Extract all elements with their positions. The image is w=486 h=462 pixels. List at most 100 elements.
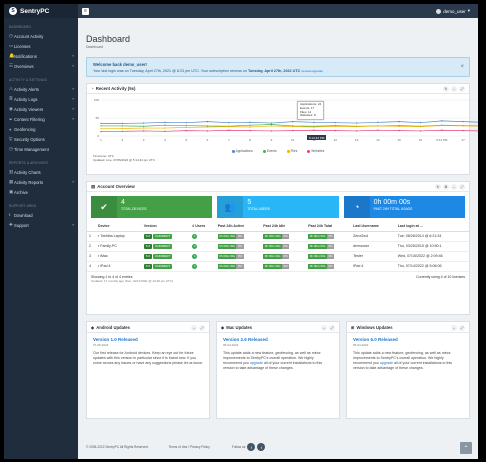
upgrade-link[interactable]: upgrade — [380, 361, 393, 365]
update-version[interactable]: Version 6.0 Released — [353, 337, 463, 342]
device-name[interactable]: ▪ iMac — [95, 251, 142, 262]
data-point[interactable] — [100, 122, 102, 125]
data-point[interactable] — [462, 120, 464, 123]
data-point[interactable] — [164, 127, 166, 129]
data-point[interactable] — [228, 129, 230, 131]
data-point[interactable] — [121, 130, 123, 133]
data-point[interactable] — [441, 124, 443, 127]
data-point[interactable] — [313, 121, 315, 124]
data-point[interactable] — [419, 130, 422, 132]
data-point[interactable] — [228, 125, 230, 128]
column-header[interactable]: Device — [95, 222, 142, 232]
data-point[interactable] — [377, 121, 379, 124]
column-header[interactable]: Last Username — [351, 222, 396, 232]
data-point[interactable] — [249, 129, 251, 132]
data-point[interactable] — [313, 129, 315, 131]
expand-icon[interactable]: ⤢ — [459, 86, 465, 92]
sidebar-item-notifications[interactable]: 🔔 Notifications ▾ — [4, 51, 78, 61]
update-version[interactable]: Version 2.6 Released — [223, 337, 333, 342]
data-point[interactable] — [292, 120, 294, 123]
menu-toggle-icon[interactable]: ≡ — [82, 7, 89, 15]
legend-item[interactable]: Files — [286, 149, 297, 153]
facebook-icon[interactable]: f — [247, 443, 256, 451]
scroll-top-button[interactable]: ⌃ — [460, 442, 472, 454]
update-version[interactable]: Version 1.0 Released — [93, 337, 203, 342]
legend-item[interactable]: Applications — [231, 149, 253, 153]
data-point[interactable] — [398, 129, 400, 132]
data-point[interactable] — [249, 126, 251, 128]
data-point[interactable] — [100, 125, 102, 127]
data-point[interactable] — [292, 125, 294, 128]
data-point[interactable] — [441, 129, 443, 131]
table-row[interactable]: 3 ▪ iMac 5.0 CURRENT 1 0h 00m 00s 0% 0h 0… — [87, 251, 469, 262]
data-point[interactable] — [270, 122, 273, 124]
data-point[interactable] — [292, 129, 294, 132]
data-point[interactable] — [334, 125, 336, 127]
data-point[interactable] — [398, 120, 400, 123]
data-point[interactable] — [164, 121, 166, 124]
data-point[interactable] — [419, 125, 422, 128]
data-point[interactable] — [270, 125, 273, 127]
column-header[interactable]: Last login at ... — [395, 222, 469, 232]
data-point[interactable] — [121, 127, 123, 130]
data-point[interactable] — [228, 121, 230, 124]
close-icon[interactable]: × — [460, 64, 464, 70]
data-point[interactable] — [355, 125, 358, 128]
refresh-icon[interactable]: ↻ — [435, 184, 441, 190]
data-point[interactable] — [270, 123, 273, 126]
data-point[interactable] — [334, 129, 336, 132]
data-point[interactable] — [142, 122, 145, 124]
sidebar-item-activity-logs[interactable]: ≣ Activity Logs ▾ — [4, 94, 78, 104]
expand-icon[interactable]: ⤢ — [459, 184, 465, 190]
legend-item[interactable]: Events — [262, 149, 277, 153]
data-point[interactable] — [121, 122, 123, 125]
column-header[interactable]: Past 24h Total — [306, 222, 352, 232]
data-point[interactable] — [100, 128, 102, 130]
collapse-icon[interactable]: – — [321, 325, 327, 331]
data-point[interactable] — [419, 121, 422, 124]
device-name[interactable]: ▪ Toshiba Laptop — [95, 231, 142, 242]
data-point[interactable] — [377, 129, 379, 131]
sidebar-item-activity-alerts[interactable]: ⚠ Activity Alerts ▾ — [4, 84, 78, 94]
data-point[interactable] — [334, 121, 336, 124]
sidebar-item-support[interactable]: ✚ Support ▾ — [4, 220, 78, 230]
data-point[interactable] — [441, 120, 443, 122]
legend-item[interactable]: Websites — [307, 149, 324, 153]
sidebar-item-geofencing[interactable]: ⌖ Geofencing — [4, 124, 78, 134]
device-name[interactable]: ▪ Family-PC — [95, 241, 142, 252]
collapse-icon[interactable]: – — [191, 325, 197, 331]
column-header[interactable]: Version — [141, 222, 191, 232]
expand-icon[interactable]: ⤢ — [329, 325, 335, 331]
data-point[interactable] — [355, 122, 358, 124]
sidebar-item-account-activity[interactable]: ◷ Account Activity — [4, 31, 78, 41]
data-point[interactable] — [206, 120, 209, 123]
data-point[interactable] — [398, 125, 400, 127]
collapse-icon[interactable]: – — [451, 86, 457, 92]
upgrade-link[interactable]: upgrade — [250, 361, 263, 365]
data-point[interactable] — [185, 124, 187, 127]
sidebar-item-licenses[interactable]: ▭ Licenses — [4, 41, 78, 51]
data-point[interactable] — [142, 127, 145, 129]
sidebar-item-activity-reports[interactable]: ▦ Activity Reports ▾ — [4, 177, 78, 187]
renew-link[interactable]: (renew/upgrade) — [300, 69, 323, 73]
table-row[interactable]: 4 ▪ iPad 4 5.0 CURRENT 1 0h 00m 00s 0% 0h… — [87, 261, 469, 272]
sidebar-item-security-options[interactable]: ⛨ Security Options — [4, 134, 78, 144]
expand-icon[interactable]: ⤢ — [459, 325, 465, 331]
data-point[interactable] — [185, 121, 187, 124]
table-row[interactable]: 1 ▪ Toshiba Laptop 5.0 CURRENT 1 0h 00m … — [87, 231, 469, 242]
data-point[interactable] — [142, 130, 145, 132]
column-header[interactable]: Past 24h Idle — [261, 222, 307, 232]
column-header[interactable]: # Users — [190, 222, 216, 232]
sidebar-item-activity-viewers[interactable]: ◉ Activity Viewers ▾ — [4, 104, 78, 114]
data-point[interactable] — [185, 129, 187, 132]
data-point[interactable] — [164, 124, 166, 126]
terms-link[interactable]: Terms of Use / Privacy Policy — [169, 445, 210, 449]
data-point[interactable] — [142, 125, 145, 127]
settings-icon[interactable]: ⚙ — [443, 184, 449, 190]
column-header[interactable]: Past 24h Active — [215, 222, 262, 232]
data-point[interactable] — [313, 126, 315, 128]
brand[interactable]: S SentryPC — [4, 4, 78, 18]
sidebar-item-content-filtering[interactable]: ⏷ Content Filtering ▾ — [4, 114, 78, 124]
data-point[interactable] — [206, 126, 209, 128]
data-point[interactable] — [462, 129, 464, 132]
